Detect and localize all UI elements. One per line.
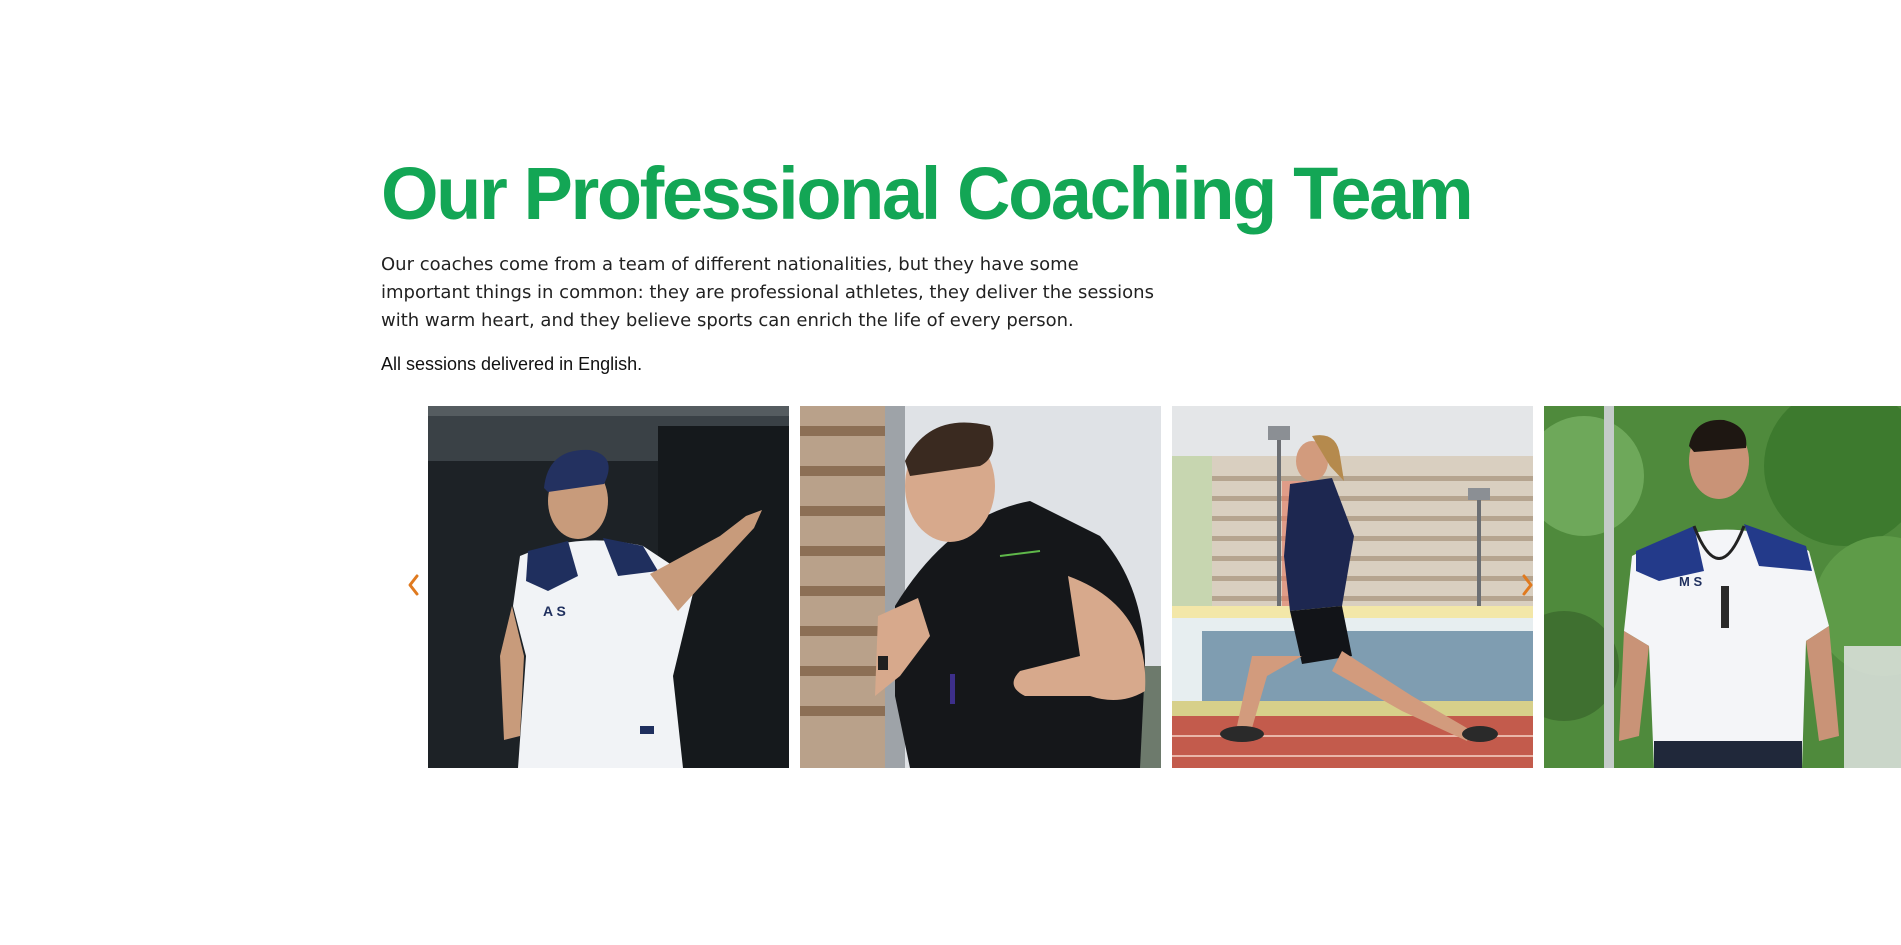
coach-carousel: A S M S	[381, 406, 1901, 768]
carousel-prev-button[interactable]	[399, 571, 427, 603]
coach-photo-1: A S	[428, 406, 789, 768]
chevron-left-icon	[405, 573, 421, 601]
coach-photo-4: M S	[1544, 406, 1901, 768]
svg-text:A S: A S	[543, 603, 566, 619]
section-description: Our coaches come from a team of differen…	[381, 254, 1154, 331]
language-note: All sessions delivered in English.	[381, 354, 643, 374]
coach-card-3[interactable]	[1172, 406, 1533, 768]
coach-card-1[interactable]: A S	[428, 406, 789, 768]
coach-photo-2	[800, 406, 1161, 768]
chevron-right-icon	[1520, 573, 1536, 601]
coach-photo-3	[1172, 406, 1533, 768]
coach-card-4[interactable]: M S	[1544, 406, 1901, 768]
coach-card-2[interactable]	[800, 406, 1161, 768]
carousel-next-button[interactable]	[1514, 571, 1542, 603]
coaching-team-section: Our Professional Coaching Team Our coach…	[0, 0, 1901, 945]
svg-text:M S: M S	[1679, 574, 1702, 589]
section-title: Our Professional Coaching Team	[381, 152, 1474, 235]
